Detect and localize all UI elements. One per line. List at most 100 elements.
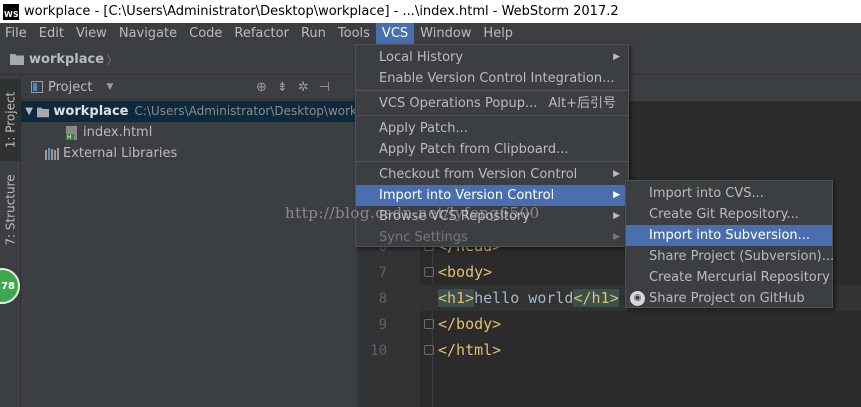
menu-item-import-into-vcs[interactable]: Import into Version Control ▶ xyxy=(356,185,628,206)
tree-item-label: External Libraries xyxy=(63,146,178,161)
tree-item-label: index.html xyxy=(83,125,153,140)
panel-toolbar: ⊕ ⇟ ✲ ⊣ xyxy=(256,80,330,95)
line-number: 7 xyxy=(378,265,387,281)
code-line: </body> xyxy=(438,315,502,333)
svg-text:H: H xyxy=(67,134,72,140)
html-file-icon: H xyxy=(66,125,77,140)
menu-window[interactable]: Window xyxy=(414,23,477,44)
menu-item-label: Apply Patch from Clipboard... xyxy=(379,142,569,157)
submenu-arrow-icon: ▶ xyxy=(613,232,620,242)
chevron-down-icon[interactable]: ▼ xyxy=(106,82,113,92)
line-number: 10 xyxy=(370,343,387,359)
menu-refactor[interactable]: Refactor xyxy=(228,23,295,44)
menu-item-import-cvs[interactable]: Import into CVS... xyxy=(626,183,832,204)
menu-item-label: Browse VCS Repository xyxy=(379,209,530,224)
menu-separator xyxy=(356,161,628,162)
webstorm-logo-icon: WS xyxy=(3,3,19,20)
menu-item-share-subversion[interactable]: Share Project (Subversion)... xyxy=(626,246,835,267)
menu-item-label: Import into CVS... xyxy=(649,186,764,201)
project-tree: ▼ workplace C:\Users\Administrator\Deskt… xyxy=(21,101,357,164)
github-icon: ◉ xyxy=(630,291,645,306)
submenu-arrow-icon: ▶ xyxy=(613,52,620,62)
menu-item-shortcut: Alt+后引号 xyxy=(548,96,617,111)
submenu-arrow-icon: ▶ xyxy=(613,190,620,200)
submenu-arrow-icon: ▶ xyxy=(613,169,620,179)
menu-run[interactable]: Run xyxy=(295,23,332,44)
menu-item-label: Import into Version Control xyxy=(379,188,555,203)
breadcrumb-separator-icon: 〉 xyxy=(106,52,119,67)
code-line: <body> xyxy=(438,263,493,281)
menu-item-label: Create Mercurial Repository xyxy=(649,270,830,285)
menu-edit[interactable]: Edit xyxy=(33,23,70,44)
menu-item-create-mercurial[interactable]: Create Mercurial Repository xyxy=(626,267,832,288)
gear-icon[interactable]: ✲ xyxy=(298,80,309,95)
code-tag-close: </h1> xyxy=(573,289,619,307)
code-line: <h1>hello world</h1> xyxy=(438,289,619,307)
menu-item-apply-patch[interactable]: Apply Patch... xyxy=(356,118,628,139)
vcs-menu: Local History ▶ Enable Version Control In… xyxy=(355,44,629,247)
window-title: workplace - [C:\Users\Administrator\Desk… xyxy=(24,4,619,19)
collapse-icon[interactable]: ⇟ xyxy=(277,80,288,95)
submenu-arrow-icon: ▶ xyxy=(613,211,620,221)
expand-arrow-icon[interactable]: ▼ xyxy=(23,101,35,122)
tool-tab-structure[interactable]: 7: Structure xyxy=(0,170,21,250)
project-view-icon xyxy=(31,81,43,93)
menu-item-vcs-operations-popup[interactable]: VCS Operations Popup... Alt+后引号 xyxy=(356,93,628,114)
menu-item-label: Sync Settings xyxy=(379,230,468,245)
menu-item-label: Checkout from Version Control xyxy=(379,167,578,182)
menu-item-label: Local History xyxy=(379,50,464,65)
menu-item-import-subversion[interactable]: Import into Subversion... xyxy=(626,225,832,246)
import-submenu: Import into CVS... Create Git Repository… xyxy=(625,180,835,309)
menu-navigate[interactable]: Navigate xyxy=(113,23,183,44)
menu-help[interactable]: Help xyxy=(477,23,519,44)
line-number: 8 xyxy=(378,291,387,307)
menu-file[interactable]: File xyxy=(0,23,33,44)
tree-item-label: workplace xyxy=(53,104,129,119)
menu-item-label: Share Project (Subversion)... xyxy=(649,249,835,264)
menu-item-apply-patch-clipboard[interactable]: Apply Patch from Clipboard... xyxy=(356,139,628,160)
code-tag-open: <h1> xyxy=(438,289,475,307)
project-panel: Project ▼ ⊕ ⇟ ✲ ⊣ ▼ workplace C:\Users\A… xyxy=(21,75,357,407)
sync-icon[interactable]: ⊕ xyxy=(256,80,267,95)
menu-item-label: Enable Version Control Integration... xyxy=(379,71,615,86)
menu-item-share-github[interactable]: ◉ Share Project on GitHub xyxy=(626,288,832,309)
menu-item-label: Import into Subversion... xyxy=(649,228,811,243)
breadcrumb-project[interactable]: workplace xyxy=(29,52,104,67)
folder-icon xyxy=(37,107,50,117)
fold-marker-icon[interactable] xyxy=(424,345,434,355)
folder-icon xyxy=(10,54,24,65)
menu-separator xyxy=(356,90,628,91)
menu-item-sync-settings: Sync Settings ▶ xyxy=(356,227,628,248)
tool-tab-project[interactable]: 1: Project xyxy=(0,79,21,161)
tree-item-index-html[interactable]: H index.html xyxy=(21,122,357,143)
menu-item-create-git-repo[interactable]: Create Git Repository... xyxy=(626,204,832,225)
hide-panel-icon[interactable]: ⊣ xyxy=(319,80,330,95)
menu-view[interactable]: View xyxy=(70,23,113,44)
menu-item-browse-vcs[interactable]: Browse VCS Repository ▶ xyxy=(356,206,628,227)
title-bar: WS workplace - [C:\Users\Administrator\D… xyxy=(0,0,861,23)
line-number: 9 xyxy=(378,317,387,333)
menu-item-label: VCS Operations Popup... xyxy=(379,96,538,111)
menu-item-label: Share Project on GitHub xyxy=(649,291,805,306)
menu-code[interactable]: Code xyxy=(183,23,228,44)
menu-item-checkout[interactable]: Checkout from Version Control ▶ xyxy=(356,164,628,185)
left-tool-strip: 1: Project 7: Structure xyxy=(0,75,21,407)
tree-item-path: C:\Users\Administrator\Desktop\work xyxy=(134,104,357,118)
code-line: </html> xyxy=(438,341,502,359)
menu-item-local-history[interactable]: Local History ▶ xyxy=(356,47,628,68)
code-text: hello world xyxy=(474,289,574,307)
menu-tools[interactable]: Tools xyxy=(332,23,376,44)
menu-bar: File Edit View Navigate Code Refactor Ru… xyxy=(0,23,861,44)
tree-item-external-libraries[interactable]: External Libraries xyxy=(21,143,357,164)
tree-item-workplace[interactable]: ▼ workplace C:\Users\Administrator\Deskt… xyxy=(21,101,357,122)
tool-tab-structure-label: 7: Structure xyxy=(3,174,18,246)
library-icon xyxy=(45,147,59,160)
project-panel-title[interactable]: Project xyxy=(48,80,92,95)
fold-marker-icon[interactable] xyxy=(424,319,434,329)
fold-marker-icon[interactable] xyxy=(424,267,434,277)
menu-item-label: Create Git Repository... xyxy=(649,207,799,222)
menu-vcs[interactable]: VCS xyxy=(375,23,415,44)
tool-tab-project-label: 1: Project xyxy=(3,91,18,149)
menu-item-enable-vcs[interactable]: Enable Version Control Integration... xyxy=(356,68,628,89)
menu-item-label: Apply Patch... xyxy=(379,121,468,136)
